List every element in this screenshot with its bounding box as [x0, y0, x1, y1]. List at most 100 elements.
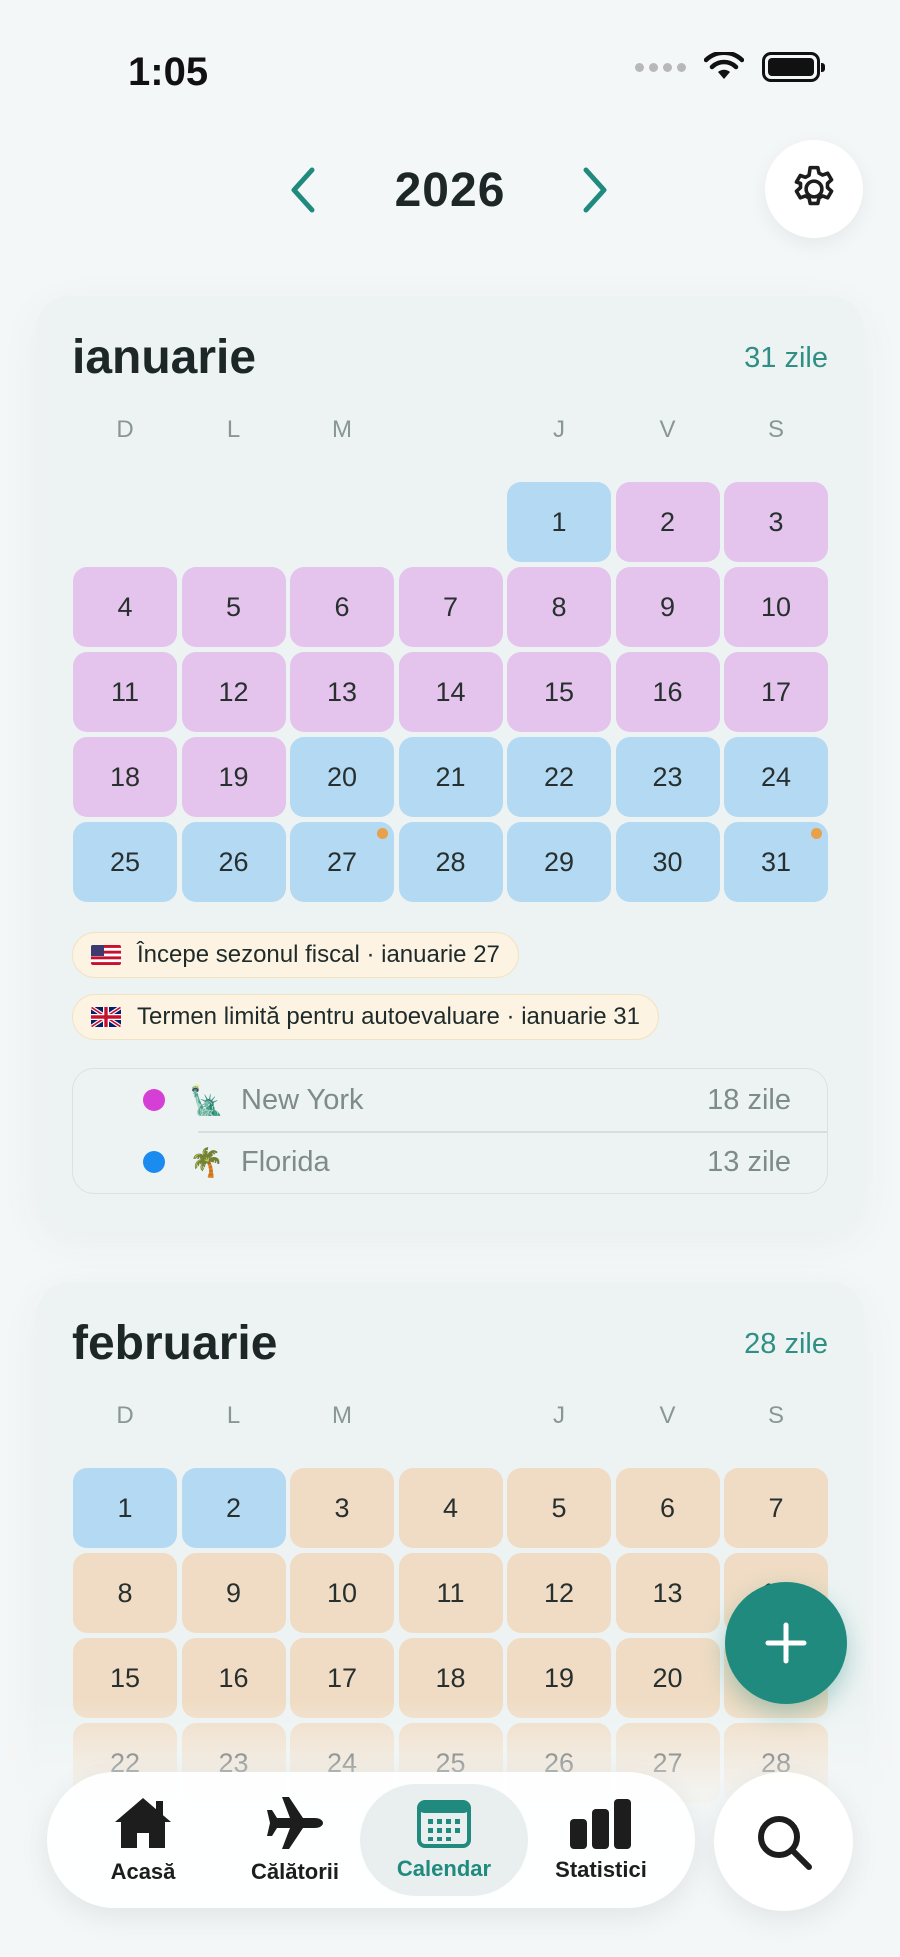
day-number: 13	[326, 676, 358, 707]
calendar-day[interactable]: 29	[507, 822, 611, 902]
calendar-day[interactable]: 26	[181, 822, 286, 902]
day-number: 5	[551, 1492, 567, 1523]
calendar-day[interactable]: 22	[507, 737, 611, 817]
calendar-day[interactable]: 21	[398, 737, 503, 817]
add-trip-button[interactable]	[725, 1582, 847, 1704]
event-text: Începe sezonul fiscal · ianuarie 27	[137, 941, 500, 968]
tab-calendar[interactable]: Calendar	[360, 1784, 528, 1896]
day-number: 17	[760, 676, 792, 707]
calendar-day[interactable]: 31	[724, 822, 828, 902]
calendar-day[interactable]: 12	[507, 1553, 611, 1633]
calendar-day[interactable]: 9	[181, 1553, 286, 1633]
calendar-day[interactable]: 8	[507, 567, 611, 647]
day-number: 6	[659, 1492, 676, 1523]
calendar-day[interactable]: 6	[615, 1468, 720, 1548]
calendar-day[interactable]: 19	[181, 737, 286, 817]
palm-tree-icon: 🌴	[189, 1146, 224, 1178]
tab-statistics[interactable]: Statistici	[517, 1784, 685, 1896]
calendar-day[interactable]: 25	[73, 822, 177, 902]
day-number: 8	[551, 591, 567, 622]
calendar-day[interactable]: 28	[398, 822, 503, 902]
signal-icon	[635, 62, 686, 72]
calendar-day[interactable]: 5	[181, 567, 286, 647]
battery-icon	[762, 52, 825, 82]
weekday-label: S	[767, 416, 784, 443]
day-number: 7	[442, 591, 459, 622]
trip-color-dot	[143, 1151, 165, 1173]
search-button[interactable]	[714, 1772, 853, 1911]
day-number: 2	[225, 1492, 242, 1523]
calendar-day[interactable]: 6	[290, 567, 394, 647]
month-days-count: 28 zile	[744, 1328, 828, 1360]
calendar-day[interactable]: 13	[290, 652, 394, 732]
calendar-day[interactable]: 1	[73, 1468, 177, 1548]
calendar-day[interactable]: 11	[398, 1553, 503, 1633]
calendar-day[interactable]: 4	[398, 1468, 503, 1548]
calendar-day[interactable]: 14	[398, 652, 503, 732]
calendar-day[interactable]: 18	[73, 737, 177, 817]
day-number: 18	[109, 761, 141, 792]
trip-day-count: 13 zile	[707, 1145, 791, 1178]
day-number: 1	[551, 506, 567, 537]
calendar-day[interactable]: 10	[290, 1553, 394, 1633]
chevron-right-icon	[583, 167, 607, 213]
legend-row-new-york[interactable]: 🗽 New York 18 zile	[73, 1069, 827, 1131]
calendar-day[interactable]: 5	[507, 1468, 611, 1548]
calendar-day[interactable]: 3	[290, 1468, 394, 1548]
calendar-day[interactable]: 7	[398, 567, 503, 647]
calendar-day[interactable]: 2	[615, 482, 720, 562]
tab-home[interactable]: Acasă	[59, 1784, 227, 1896]
calendar-day[interactable]: 2	[181, 1468, 286, 1548]
month-name: februarie	[72, 1317, 278, 1370]
day-number: 24	[760, 761, 792, 792]
calendar-day[interactable]: 7	[724, 1468, 828, 1548]
search-icon	[757, 1815, 812, 1870]
calendar-day[interactable]: 24	[724, 737, 828, 817]
calendar-day[interactable]: 11	[73, 652, 177, 732]
day-number: 16	[218, 1662, 249, 1693]
day-number: 13	[652, 1577, 683, 1608]
day-number: 9	[225, 1577, 242, 1608]
weekday-label: J	[553, 1402, 565, 1429]
next-year-button[interactable]	[565, 160, 625, 220]
calendar-day[interactable]: 13	[615, 1553, 720, 1633]
day-number: 22	[543, 761, 575, 792]
event-pill-us[interactable]: Începe sezonul fiscal · ianuarie 27	[72, 932, 519, 978]
event-pill-uk[interactable]: Termen limită pentru autoevaluare · ianu…	[72, 994, 659, 1040]
day-number: 25	[109, 846, 141, 877]
day-number: 11	[110, 676, 140, 707]
day-number: 1	[117, 1492, 133, 1523]
calendar-day[interactable]: 4	[73, 567, 177, 647]
home-icon	[115, 1798, 171, 1848]
calendar-day[interactable]: 10	[724, 567, 828, 647]
calendar-icon	[417, 1800, 471, 1848]
calendar-day[interactable]: 1	[507, 482, 611, 562]
tab-trips[interactable]: Călătorii	[211, 1784, 379, 1896]
plus-icon	[765, 1622, 807, 1664]
legend-row-florida[interactable]: 🌴 Florida 13 zile	[73, 1131, 827, 1193]
day-number: 4	[117, 591, 133, 622]
month-card-january: ianuarie 31 zile DLMJVS 1 2 3 4 5 6 7 8 9 10 11 12 1…	[36, 296, 864, 1231]
calendar-day[interactable]: 9	[615, 567, 720, 647]
calendar-day[interactable]: 17	[724, 652, 828, 732]
day-number: 9	[659, 591, 676, 622]
weekday-label: V	[659, 416, 676, 443]
month-days-count: 31 zile	[744, 342, 828, 374]
calendar-day[interactable]: 15	[507, 652, 611, 732]
day-number: 10	[760, 591, 792, 622]
calendar-day[interactable]: 20	[290, 737, 394, 817]
us-flag-icon	[91, 945, 121, 965]
settings-button[interactable]	[765, 140, 863, 238]
calendar-day[interactable]: 8	[73, 1553, 177, 1633]
calendar-day[interactable]: 12	[181, 652, 286, 732]
calendar-day[interactable]: 27	[290, 822, 394, 902]
calendar-day[interactable]: 16	[615, 652, 720, 732]
weekday-header: DLMJVS	[73, 1402, 833, 1432]
calendar-day[interactable]: 23	[615, 737, 720, 817]
day-number: 18	[435, 1662, 466, 1693]
calendar-day[interactable]: 30	[615, 822, 720, 902]
weekday-label: L	[226, 416, 241, 443]
day-number: 12	[543, 1577, 575, 1608]
event-text: Termen limită pentru autoevaluare · ianu…	[137, 1003, 640, 1030]
calendar-day[interactable]: 3	[724, 482, 828, 562]
